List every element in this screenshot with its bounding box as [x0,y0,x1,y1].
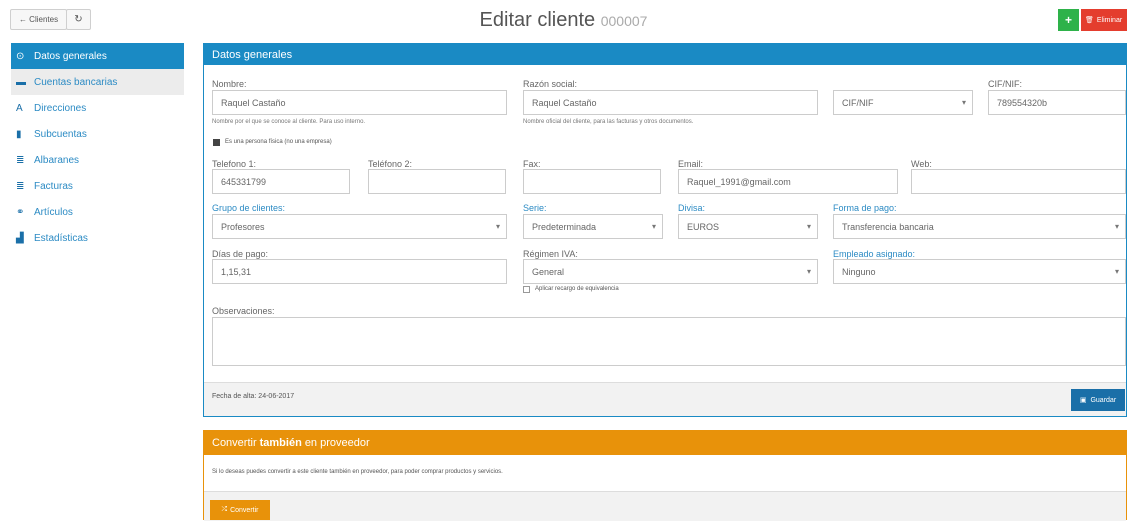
list-icon: ≣ [16,180,25,192]
cubes-icon: ⚭ [16,206,25,218]
razon-social-help: Nombre oficial del cliente, para las fac… [523,119,694,125]
dias-pago-label: Días de pago: [212,249,269,259]
fax-label: Fax: [523,159,541,169]
delete-button[interactable]: 🗑 Eliminar [1081,9,1127,31]
sidebar-item-estadisticas[interactable]: ▟ Estadísticas [11,225,184,251]
datos-generales-panel: Datos generales Nombre: Raquel Castaño N… [203,43,1127,417]
circle-icon: ⊙ [16,50,25,62]
sidebar-item-articulos[interactable]: ⚭ Artículos [11,199,184,225]
serie-label[interactable]: Serie: [523,203,547,213]
sidebar-item-label: Estadísticas [34,232,88,244]
sidebar-item-label: Cuentas bancarias [34,76,118,88]
save-button[interactable]: ▣ Guardar [1071,389,1125,411]
new-client-button[interactable]: + [1058,9,1079,31]
telefono1-label: Telefono 1: [212,159,257,169]
sidebar: ⊙ Datos generales ▬ Cuentas bancarias A … [11,43,184,251]
sidebar-item-label: Artículos [34,206,73,218]
web-input[interactable] [911,169,1126,194]
book-icon: ▮ [16,128,22,140]
grupo-clientes-select[interactable]: Profesores [212,214,507,239]
road-icon: A [16,102,23,114]
delete-label: Eliminar [1096,16,1123,24]
web-label: Web: [911,159,932,169]
forma-pago-select[interactable]: Transferencia bancaria [833,214,1126,239]
razon-social-label: Razón social: [523,79,578,89]
convert-title-pre: Convertir [212,437,257,449]
convert-label: Convertir [230,506,259,514]
form-footer: Fecha de alta: 24-06-2017 ▣ Guardar [204,382,1126,416]
credit-card-icon: ▬ [16,76,26,88]
nombre-input[interactable]: Raquel Castaño [212,90,507,115]
email-input[interactable]: Raquel_1991@gmail.com [678,169,898,194]
forma-pago-label[interactable]: Forma de pago: [833,203,897,213]
floppy-icon: ▣ [1079,397,1087,404]
persona-fisica-checkbox[interactable] [213,139,220,146]
id-type-select[interactable]: CIF/NIF [833,90,973,115]
sidebar-item-datos-generales[interactable]: ⊙ Datos generales [11,43,184,69]
sidebar-item-label: Facturas [34,180,73,192]
sidebar-item-subcuentas[interactable]: ▮ Subcuentas [11,121,184,147]
page-title-text: Editar cliente [479,9,596,31]
divisa-select[interactable]: EUROS [678,214,818,239]
divisa-label[interactable]: Divisa: [678,203,705,213]
convert-footer: ⤮ Convertir [204,491,1126,521]
dias-pago-input[interactable]: 1,15,31 [212,259,507,284]
telefono2-label: Teléfono 2: [368,159,413,169]
empleado-label[interactable]: Empleado asignado: [833,249,915,259]
telefono2-input[interactable] [368,169,506,194]
cif-input[interactable]: 789554320b [988,90,1126,115]
trash-icon: 🗑 [1085,17,1094,24]
nombre-help: Nombre por el que se conoce al cliente. … [212,119,366,125]
convert-title-bold: también [259,437,302,449]
convert-panel-title: Convertir también en proveedor [204,431,1126,455]
email-label: Email: [678,159,704,169]
regimen-iva-label: Régimen IVA: [523,249,578,259]
sidebar-item-facturas[interactable]: ≣ Facturas [11,173,184,199]
fecha-alta: Fecha de alta: 24-06-2017 [212,393,295,400]
sidebar-item-label: Albaranes [34,154,80,166]
sidebar-item-direcciones[interactable]: A Direcciones [11,95,184,121]
nombre-label: Nombre: [212,79,247,89]
serie-select[interactable]: Predeterminada [523,214,663,239]
empleado-select[interactable]: Ninguno [833,259,1126,284]
recargo-label: Aplicar recargo de equivalencia [535,286,619,292]
grupo-clientes-label[interactable]: Grupo de clientes: [212,203,285,213]
save-label: Guardar [1090,396,1117,404]
regimen-iva-select[interactable]: General [523,259,818,284]
observaciones-label: Observaciones: [212,306,275,316]
sidebar-item-albaranes[interactable]: ≣ Albaranes [11,147,184,173]
recargo-checkbox[interactable] [523,286,530,293]
cif-label: CIF/NIF: [988,79,1022,89]
shuffle-icon: ⤮ [221,506,228,513]
convert-title-post: en proveedor [304,437,370,449]
client-code: 000007 [600,13,648,29]
page-title: Editar cliente 000007 [0,9,1127,32]
sidebar-item-label: Subcuentas [34,128,87,140]
sidebar-item-label: Direcciones [34,102,87,114]
sidebar-item-label: Datos generales [34,50,107,62]
list-icon: ≣ [16,154,25,166]
area-chart-icon: ▟ [16,232,24,244]
telefono1-input[interactable]: 645331799 [212,169,350,194]
convert-panel: Convertir también en proveedor Si lo des… [203,430,1127,521]
panel-title: Datos generales [204,44,1126,65]
sidebar-item-cuentas-bancarias[interactable]: ▬ Cuentas bancarias [11,69,184,95]
razon-social-input[interactable]: Raquel Castaño [523,90,818,115]
persona-fisica-label: Es una persona física (no una empresa) [225,139,332,145]
fax-input[interactable] [523,169,661,194]
convert-button[interactable]: ⤮ Convertir [210,500,270,520]
observaciones-textarea[interactable] [212,317,1126,366]
convert-description: Si lo deseas puedes convertir a este cli… [212,469,503,475]
